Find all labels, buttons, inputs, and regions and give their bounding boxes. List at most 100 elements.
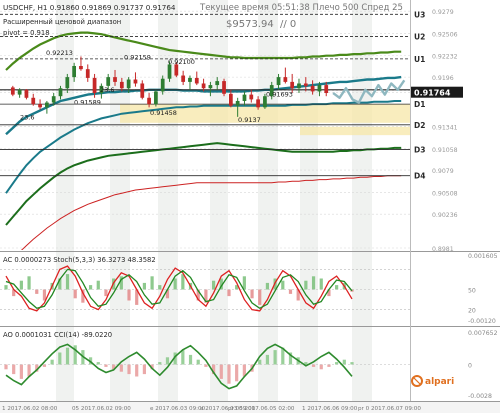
ao-bar: [265, 354, 270, 365]
candle-body: [242, 94, 247, 101]
ac-bar: [27, 276, 31, 290]
price-tick-label: 0.9279: [432, 9, 454, 16]
ac-bar: [4, 285, 8, 290]
price-annotation: 0.92213: [46, 49, 73, 57]
price-tick-label: 0.91058: [432, 147, 458, 154]
ao-bar: [342, 359, 346, 365]
stoch-tick-label: -0.00120: [468, 318, 496, 325]
candle-body: [249, 94, 254, 100]
candle-body: [106, 77, 111, 86]
time-tick-label: pr 0 2017.06.07 09:00: [358, 406, 421, 412]
ac-bar: [173, 278, 177, 290]
ac-bar: [88, 285, 93, 290]
candle-body: [38, 104, 42, 108]
price-tick-label: 0.90236: [432, 212, 458, 219]
ao-bar: [227, 364, 231, 384]
ao-bar: [204, 364, 208, 367]
ac-bar: [127, 289, 131, 301]
cci-tick-label: -0.0028: [468, 393, 492, 400]
ac-bar: [142, 282, 146, 290]
candle-body: [297, 83, 301, 89]
candle-body: [222, 81, 226, 94]
candle-body: [256, 99, 260, 108]
candle-body: [201, 83, 206, 89]
extended-range-label: Расширенный ценовой диапазон: [3, 18, 121, 26]
price-annotation: 0.9137: [238, 116, 261, 124]
candle-body: [174, 64, 179, 76]
level-label-u1: U1: [414, 55, 425, 64]
candle-body: [147, 97, 151, 105]
ac-bar: [150, 276, 154, 290]
ao-bar: [50, 359, 54, 365]
ao-bar: [196, 359, 200, 365]
ao-bar: [235, 364, 239, 382]
ao-bar: [350, 362, 354, 365]
ac-bar: [158, 285, 162, 290]
time-tick-label: 1 2017.06.02 08:00: [2, 406, 58, 412]
candle-body: [276, 77, 281, 86]
ao-bar: [258, 359, 262, 365]
candle-body: [72, 65, 77, 78]
ticker-line: Текущее время 05:51:38 Плечо 500 Спред 2…: [199, 3, 403, 13]
ac-bar: [281, 280, 285, 290]
ao-bar: [335, 362, 339, 365]
price-annotation: 0.91693: [266, 90, 293, 98]
slash-text: // 0: [280, 19, 296, 30]
ao-bar: [327, 364, 331, 367]
session-stripe: [56, 0, 74, 401]
ac-bar: [258, 289, 262, 305]
price-tick-label: 0.9196: [432, 75, 454, 82]
ao-bar: [273, 350, 277, 365]
ao-bar: [119, 364, 123, 372]
time-tick-label: e 2017.06.03 09:00: [150, 406, 206, 412]
stoch-tick-label: 0.001605: [468, 253, 498, 260]
ac-bar: [19, 280, 23, 290]
price-tick-label: 0.9079: [432, 168, 454, 175]
level-label-d2: D2: [414, 121, 425, 130]
symbol-line: USDCHF, H1 0.91860 0.91869 0.91737 0.917…: [3, 3, 176, 12]
ao-bar: [142, 364, 146, 375]
candle-body: [45, 102, 49, 108]
candle-body: [10, 87, 15, 95]
session-stripe: [210, 0, 228, 401]
logo-text: alpari: [425, 377, 454, 387]
ao-bar: [158, 362, 162, 365]
candle-body: [188, 77, 192, 82]
ao-bar: [104, 364, 108, 367]
current-price-label: 0.91764: [414, 89, 451, 98]
ao-bar: [181, 350, 185, 365]
candle-body: [181, 75, 186, 82]
candle-body: [126, 79, 131, 89]
candle-body: [85, 69, 90, 78]
stochastic-title: AC 0.0000273 Stoch(5,3,3) 36.3273 48.358…: [3, 256, 156, 264]
ao-bar: [219, 364, 223, 379]
candle-body: [310, 85, 315, 92]
ac-bar: [35, 289, 39, 294]
ao-bar: [188, 354, 193, 365]
ao-bar: [19, 364, 23, 379]
zone-d2-d3: [300, 126, 410, 136]
level-label-d3: D3: [414, 145, 425, 154]
price-tick-label: 0.92506: [432, 32, 458, 39]
ao-bar: [135, 364, 139, 377]
time-tick-label: 05 2017.06.02 09:00: [72, 406, 131, 412]
session-stripe: [300, 0, 318, 401]
level-label-u3: U3: [414, 10, 425, 19]
ac-bar: [104, 289, 108, 297]
cci-tick-label: 0.007652: [468, 330, 498, 337]
candle-body: [290, 81, 295, 89]
candle-body: [154, 91, 158, 105]
balance-text: $9573.94: [226, 19, 274, 30]
level-label-d4: D4: [414, 172, 425, 181]
ao-bar: [65, 347, 70, 365]
trading-chart: 0.92213 0.92159 0.92100 0.91693 0.91589 0.914…: [0, 0, 500, 413]
candle-body: [31, 97, 36, 105]
candle-body: [58, 88, 63, 97]
candle-body: [140, 83, 145, 98]
price-annotation: 0.92100: [168, 58, 195, 66]
cci-tick-label: 0: [468, 363, 472, 370]
price-tick-label: 0.90508: [432, 191, 458, 198]
candle-body: [119, 81, 124, 89]
candle-body: [317, 85, 322, 92]
candle-body: [113, 77, 117, 82]
